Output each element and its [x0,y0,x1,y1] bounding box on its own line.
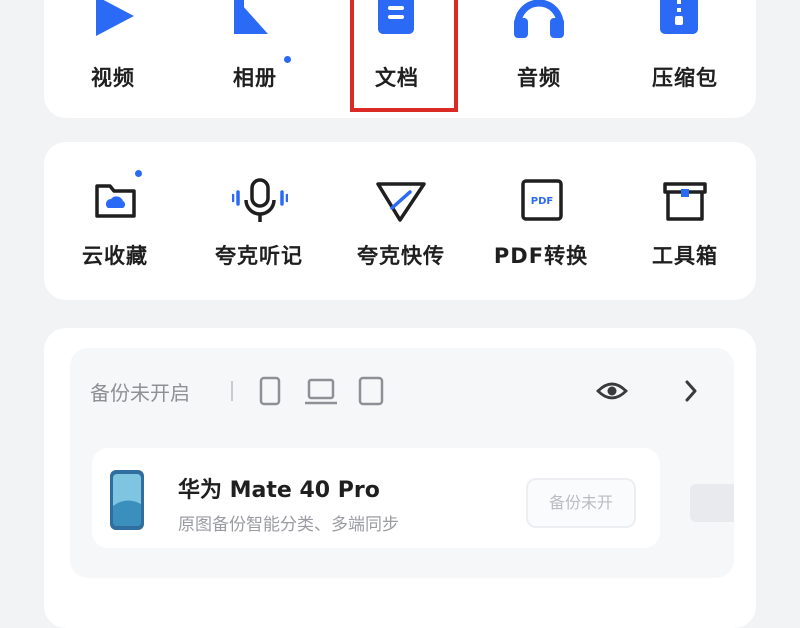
device-name: 华为 Mate 40 Pro [178,478,380,503]
cloud-folder-icon [94,180,138,220]
tool-item-quark-notes[interactable]: 夸克听记 [194,168,324,278]
tool-item-toolbox[interactable]: 工具箱 [620,168,750,278]
grid-item-video[interactable]: 视频 [48,0,178,100]
play-icon [94,0,138,38]
grid-item-label: 压缩包 [652,66,718,90]
toolbox-icon [662,180,708,222]
grid-item-album[interactable]: 相册 [190,0,320,100]
svg-text:PDF: PDF [531,196,553,207]
new-badge-dot [135,170,142,177]
grid-item-label: 音频 [517,66,561,90]
phone-device-icon[interactable] [259,376,281,406]
tool-item-pdf-convert[interactable]: PDF PDF转换 [476,168,606,278]
tool-item-label: 夸克听记 [215,244,303,268]
tool-item-label: PDF转换 [493,244,589,268]
tool-item-label: 工具箱 [652,244,718,268]
divider [231,381,233,401]
tool-item-quark-transfer[interactable]: 夸克快传 [336,168,466,278]
headphones-icon [512,0,566,38]
pdf-icon: PDF [520,178,564,222]
next-device-card-peek[interactable] [690,484,734,522]
device-description: 原图备份智能分类、多端同步 [178,515,399,535]
grid-item-label: 视频 [91,66,135,90]
tablet-device-icon[interactable] [358,376,384,406]
tool-item-cloud-favorites[interactable]: 云收藏 [50,168,180,278]
microphone-icon [231,178,289,224]
laptop-device-icon[interactable] [304,378,338,406]
backup-toggle-button[interactable]: 备份未开 [526,478,636,528]
phone-thumbnail-icon [106,468,148,532]
grid-item-audio[interactable]: 音频 [474,0,604,100]
zip-icon [658,0,700,38]
backup-status-text: 备份未开启 [90,381,190,405]
tool-item-label: 云收藏 [82,244,148,268]
send-icon [376,180,426,222]
album-icon [232,0,272,38]
grid-item-archive[interactable]: 压缩包 [620,0,750,100]
tool-item-label: 夸克快传 [357,244,445,268]
highlight-frame [350,0,458,112]
chevron-right-icon[interactable] [682,378,700,404]
eye-icon[interactable] [596,378,628,404]
grid-item-label: 相册 [233,66,277,90]
